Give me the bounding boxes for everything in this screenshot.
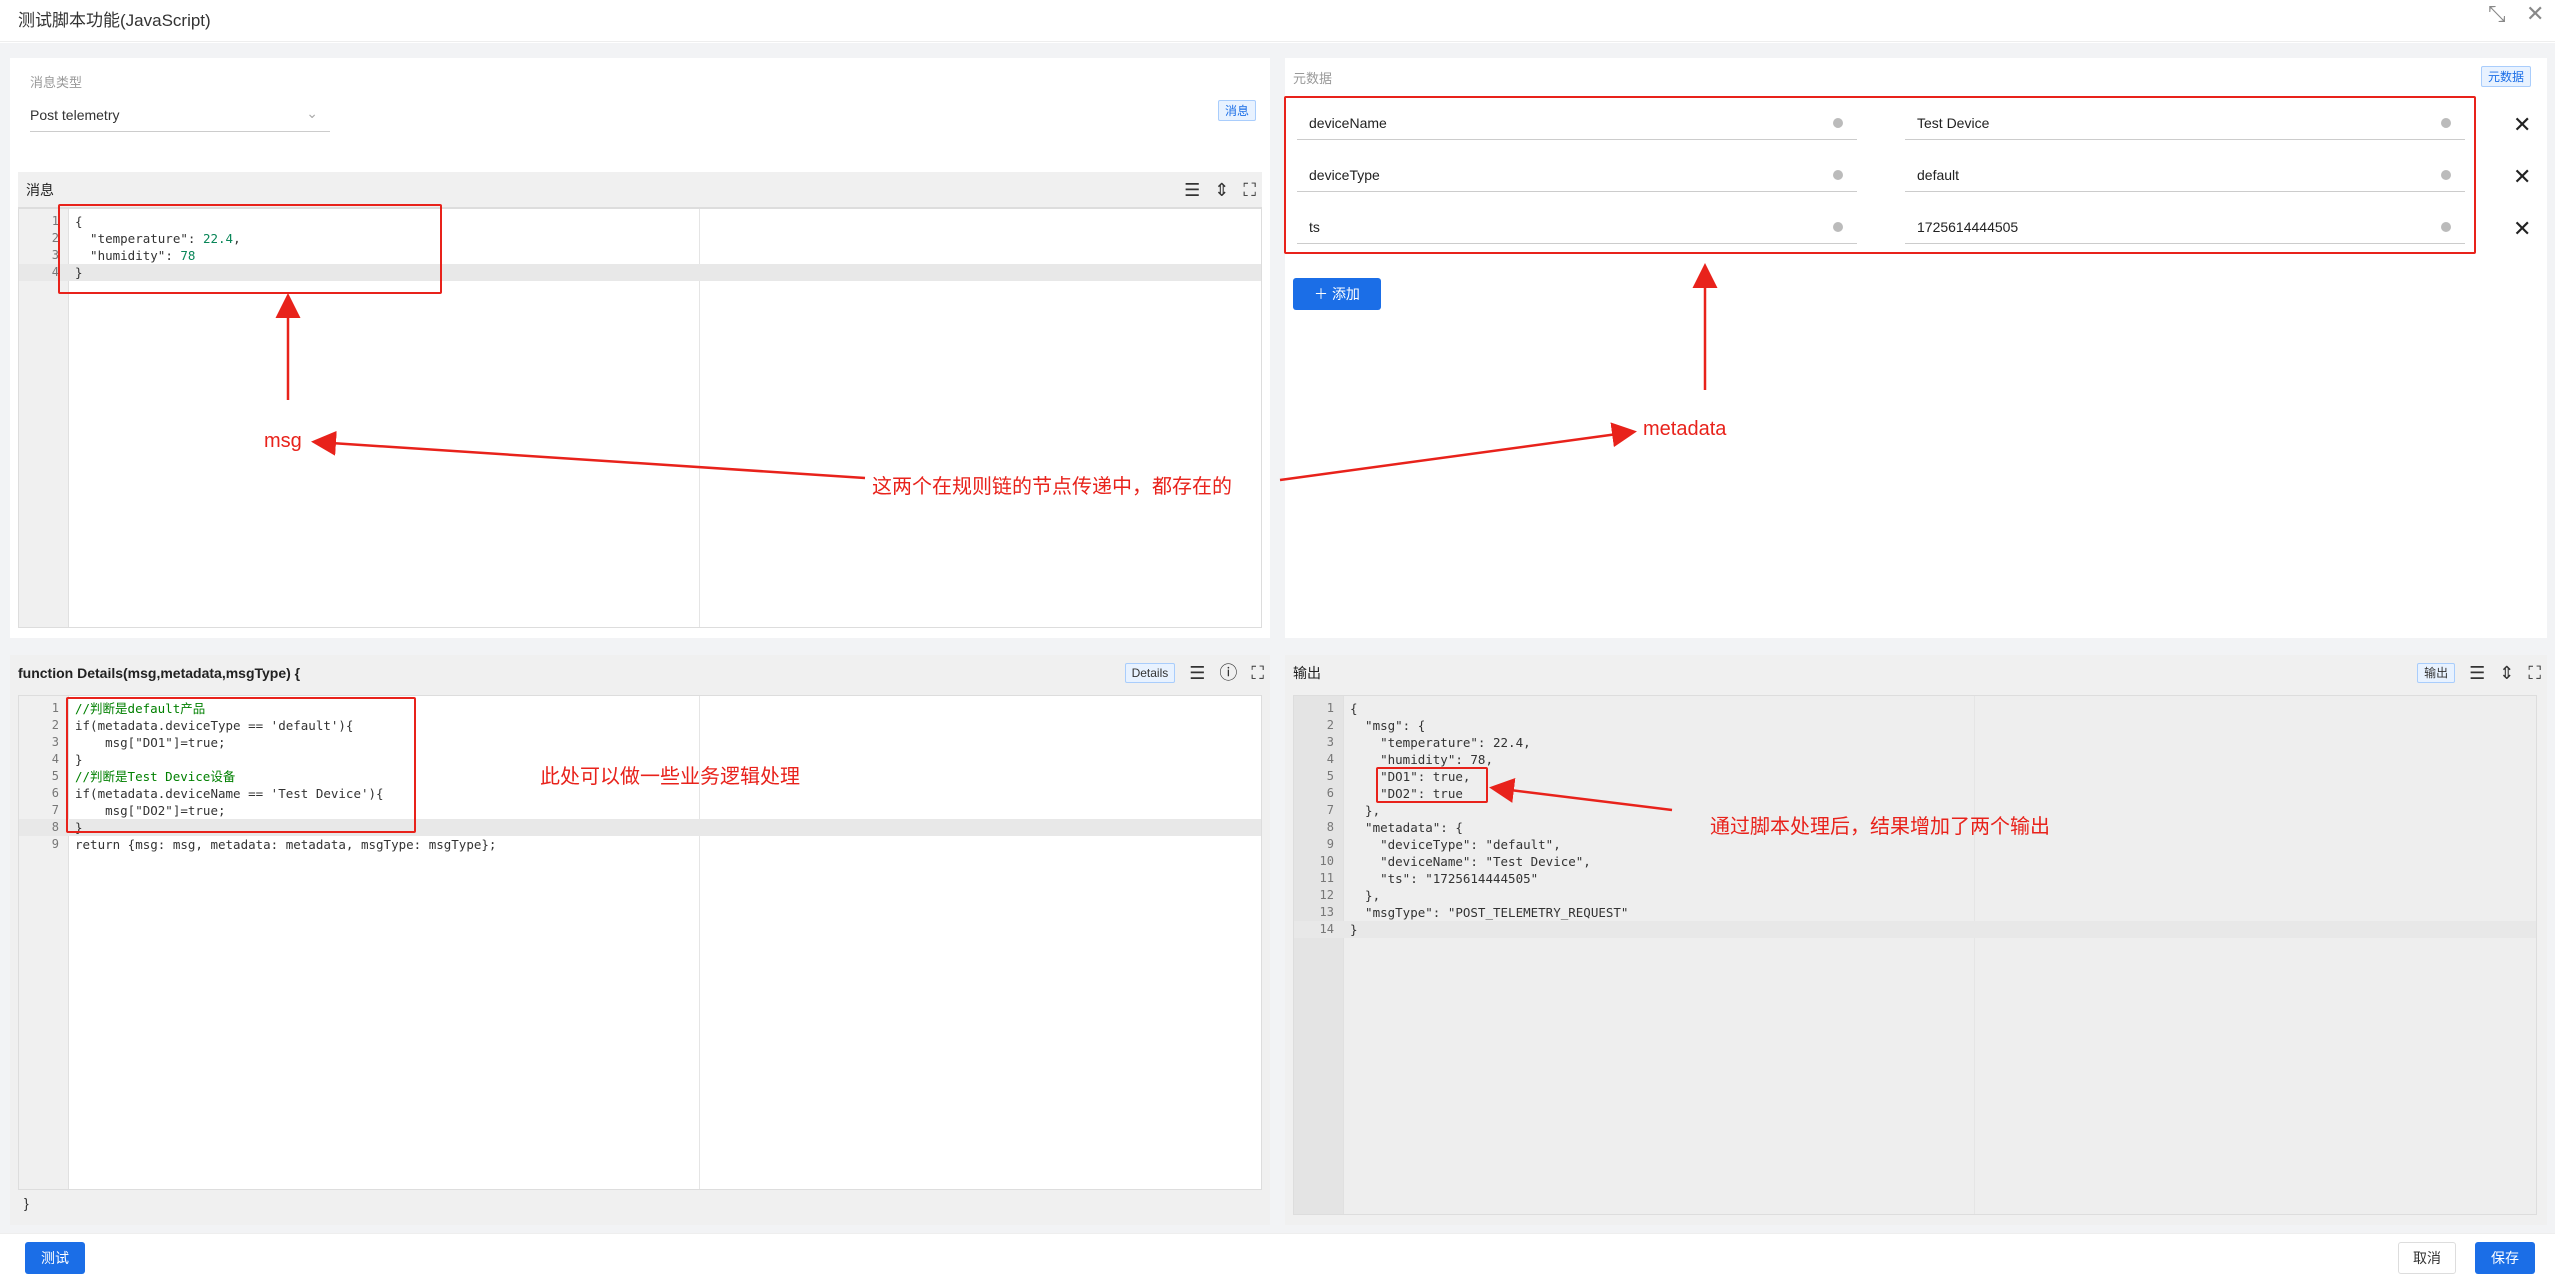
line-number: 10 xyxy=(1319,854,1334,868)
remove-row-icon[interactable]: ✕ xyxy=(2513,114,2531,136)
remove-row-icon[interactable]: ✕ xyxy=(2513,218,2531,240)
output-editor-header: 输出 输出 ☰ ⇕ ⛶ xyxy=(1285,655,2547,691)
line-number: 1 xyxy=(1326,701,1334,715)
line-number: 7 xyxy=(51,803,59,817)
active-line xyxy=(1294,921,2536,938)
details-tag: Details xyxy=(1124,663,1176,683)
script-highlight-box xyxy=(66,697,416,833)
line-number: 9 xyxy=(51,837,59,851)
line-number: 13 xyxy=(1319,905,1334,919)
dialog-titlebar: 测试脚本功能(JavaScript) ⤡ ✕ xyxy=(0,0,2555,42)
fullscreen-icon[interactable]: ⛶ xyxy=(2528,655,2541,691)
format-icon[interactable]: ☰ xyxy=(2469,655,2485,691)
line-number: 2 xyxy=(1326,718,1334,732)
code-line: "metadata": { xyxy=(1350,820,1463,835)
code-line: "msgType": "POST_TELEMETRY_REQUEST" xyxy=(1350,905,1629,920)
code-line: "temperature": 22.4, xyxy=(1350,735,1531,750)
output-highlight-box xyxy=(1376,767,1488,803)
message-panel: 消息类型 Post telemetry ⌄ 消息 消息 ☰ ⇕ ⛶ 1{2 "t… xyxy=(10,58,1270,638)
line-number: 8 xyxy=(51,820,59,834)
code-line: "ts": "1725614444505" xyxy=(1350,871,1539,886)
message-editor-header: 消息 ☰ ⇕ ⛶ xyxy=(18,172,1262,208)
message-type-label: 消息类型 xyxy=(30,75,83,90)
function-signature: function Details(msg,metadata,msgType) { xyxy=(18,665,301,681)
test-button[interactable]: 测试 xyxy=(25,1242,85,1274)
line-number: 4 xyxy=(51,265,59,279)
msg-annotation: msg xyxy=(264,430,302,452)
line-number: 5 xyxy=(51,769,59,783)
script-editor-header: function Details(msg,metadata,msgType) {… xyxy=(10,655,1270,691)
remove-row-icon[interactable]: ✕ xyxy=(2513,166,2531,188)
output-tag: 输出 xyxy=(2417,663,2456,683)
dialog-footer: 测试 取消 保存 xyxy=(0,1233,2555,1283)
code-line: }, xyxy=(1350,888,1381,903)
line-number: 14 xyxy=(1319,922,1334,936)
dialog-title: 测试脚本功能(JavaScript) xyxy=(18,11,211,30)
code-line: } xyxy=(1350,922,1358,937)
line-number: 1 xyxy=(51,701,59,715)
line-number: 4 xyxy=(51,752,59,766)
code-line: "humidity": 78, xyxy=(1350,752,1493,767)
line-number: 6 xyxy=(1326,786,1334,800)
format-icon[interactable]: ☰ xyxy=(1184,172,1200,208)
code-line: return {msg: msg, metadata: metadata, ms… xyxy=(75,837,497,852)
help-icon[interactable]: ⓘ xyxy=(1219,655,1237,691)
line-number: 3 xyxy=(51,248,59,262)
metadata-label: 元数据 xyxy=(1293,71,1333,86)
msg-highlight-box xyxy=(58,204,442,294)
message-tag: 消息 xyxy=(1218,100,1257,121)
fullscreen-icon[interactable]: ⛶ xyxy=(1243,172,1256,208)
metadata-highlight-box xyxy=(1284,96,2476,254)
metadata-tag: 元数据 xyxy=(2481,66,2532,87)
line-number: 3 xyxy=(51,735,59,749)
line-number: 2 xyxy=(51,718,59,732)
metadata-annotation: metadata xyxy=(1643,418,1727,440)
fullscreen-exit-icon[interactable]: ⤡ xyxy=(2488,2,2506,26)
line-number: 6 xyxy=(51,786,59,800)
add-metadata-button[interactable]: ＋ 添加 xyxy=(1293,278,1381,310)
code-line: "msg": { xyxy=(1350,718,1426,733)
message-type-value: Post telemetry xyxy=(30,107,120,123)
line-number: 9 xyxy=(1326,837,1334,851)
message-editor-title: 消息 xyxy=(26,182,54,198)
result-annotation: 通过脚本处理后，结果增加了两个输出 xyxy=(1710,816,2050,838)
compact-icon[interactable]: ⇕ xyxy=(1214,172,1229,208)
line-number: 7 xyxy=(1326,803,1334,817)
compact-icon[interactable]: ⇕ xyxy=(2499,655,2514,691)
line-number: 5 xyxy=(1326,769,1334,783)
close-icon[interactable]: ✕ xyxy=(2526,2,2544,26)
both-annotation: 这两个在规则链的节点传递中，都存在的 xyxy=(872,476,1232,498)
code-line: { xyxy=(1350,701,1358,716)
cancel-button[interactable]: 取消 xyxy=(2398,1242,2456,1274)
fullscreen-icon[interactable]: ⛶ xyxy=(1251,655,1264,691)
format-icon[interactable]: ☰ xyxy=(1189,655,1205,691)
code-line: "deviceType": "default", xyxy=(1350,837,1561,852)
line-number: 8 xyxy=(1326,820,1334,834)
output-title: 输出 xyxy=(1293,665,1321,681)
chevron-down-icon: ⌄ xyxy=(306,105,318,121)
line-number: 11 xyxy=(1319,871,1334,885)
line-number: 12 xyxy=(1319,888,1334,902)
line-number: 2 xyxy=(51,231,59,245)
message-type-select[interactable]: Post telemetry ⌄ xyxy=(30,100,330,132)
code-line: "deviceName": "Test Device", xyxy=(1350,854,1591,869)
code-line: }, xyxy=(1350,803,1381,818)
logic-annotation: 此处可以做一些业务逻辑处理 xyxy=(540,766,800,788)
add-label: 添加 xyxy=(1331,286,1360,302)
save-button[interactable]: 保存 xyxy=(2475,1242,2535,1274)
line-number: 1 xyxy=(51,214,59,228)
line-number: 3 xyxy=(1326,735,1334,749)
output-panel: 输出 输出 ☰ ⇕ ⛶ 1 {2 "msg": { 3 "temperature":… xyxy=(1285,655,2547,1225)
function-closing-brace: } xyxy=(24,1195,29,1211)
line-number: 4 xyxy=(1326,752,1334,766)
